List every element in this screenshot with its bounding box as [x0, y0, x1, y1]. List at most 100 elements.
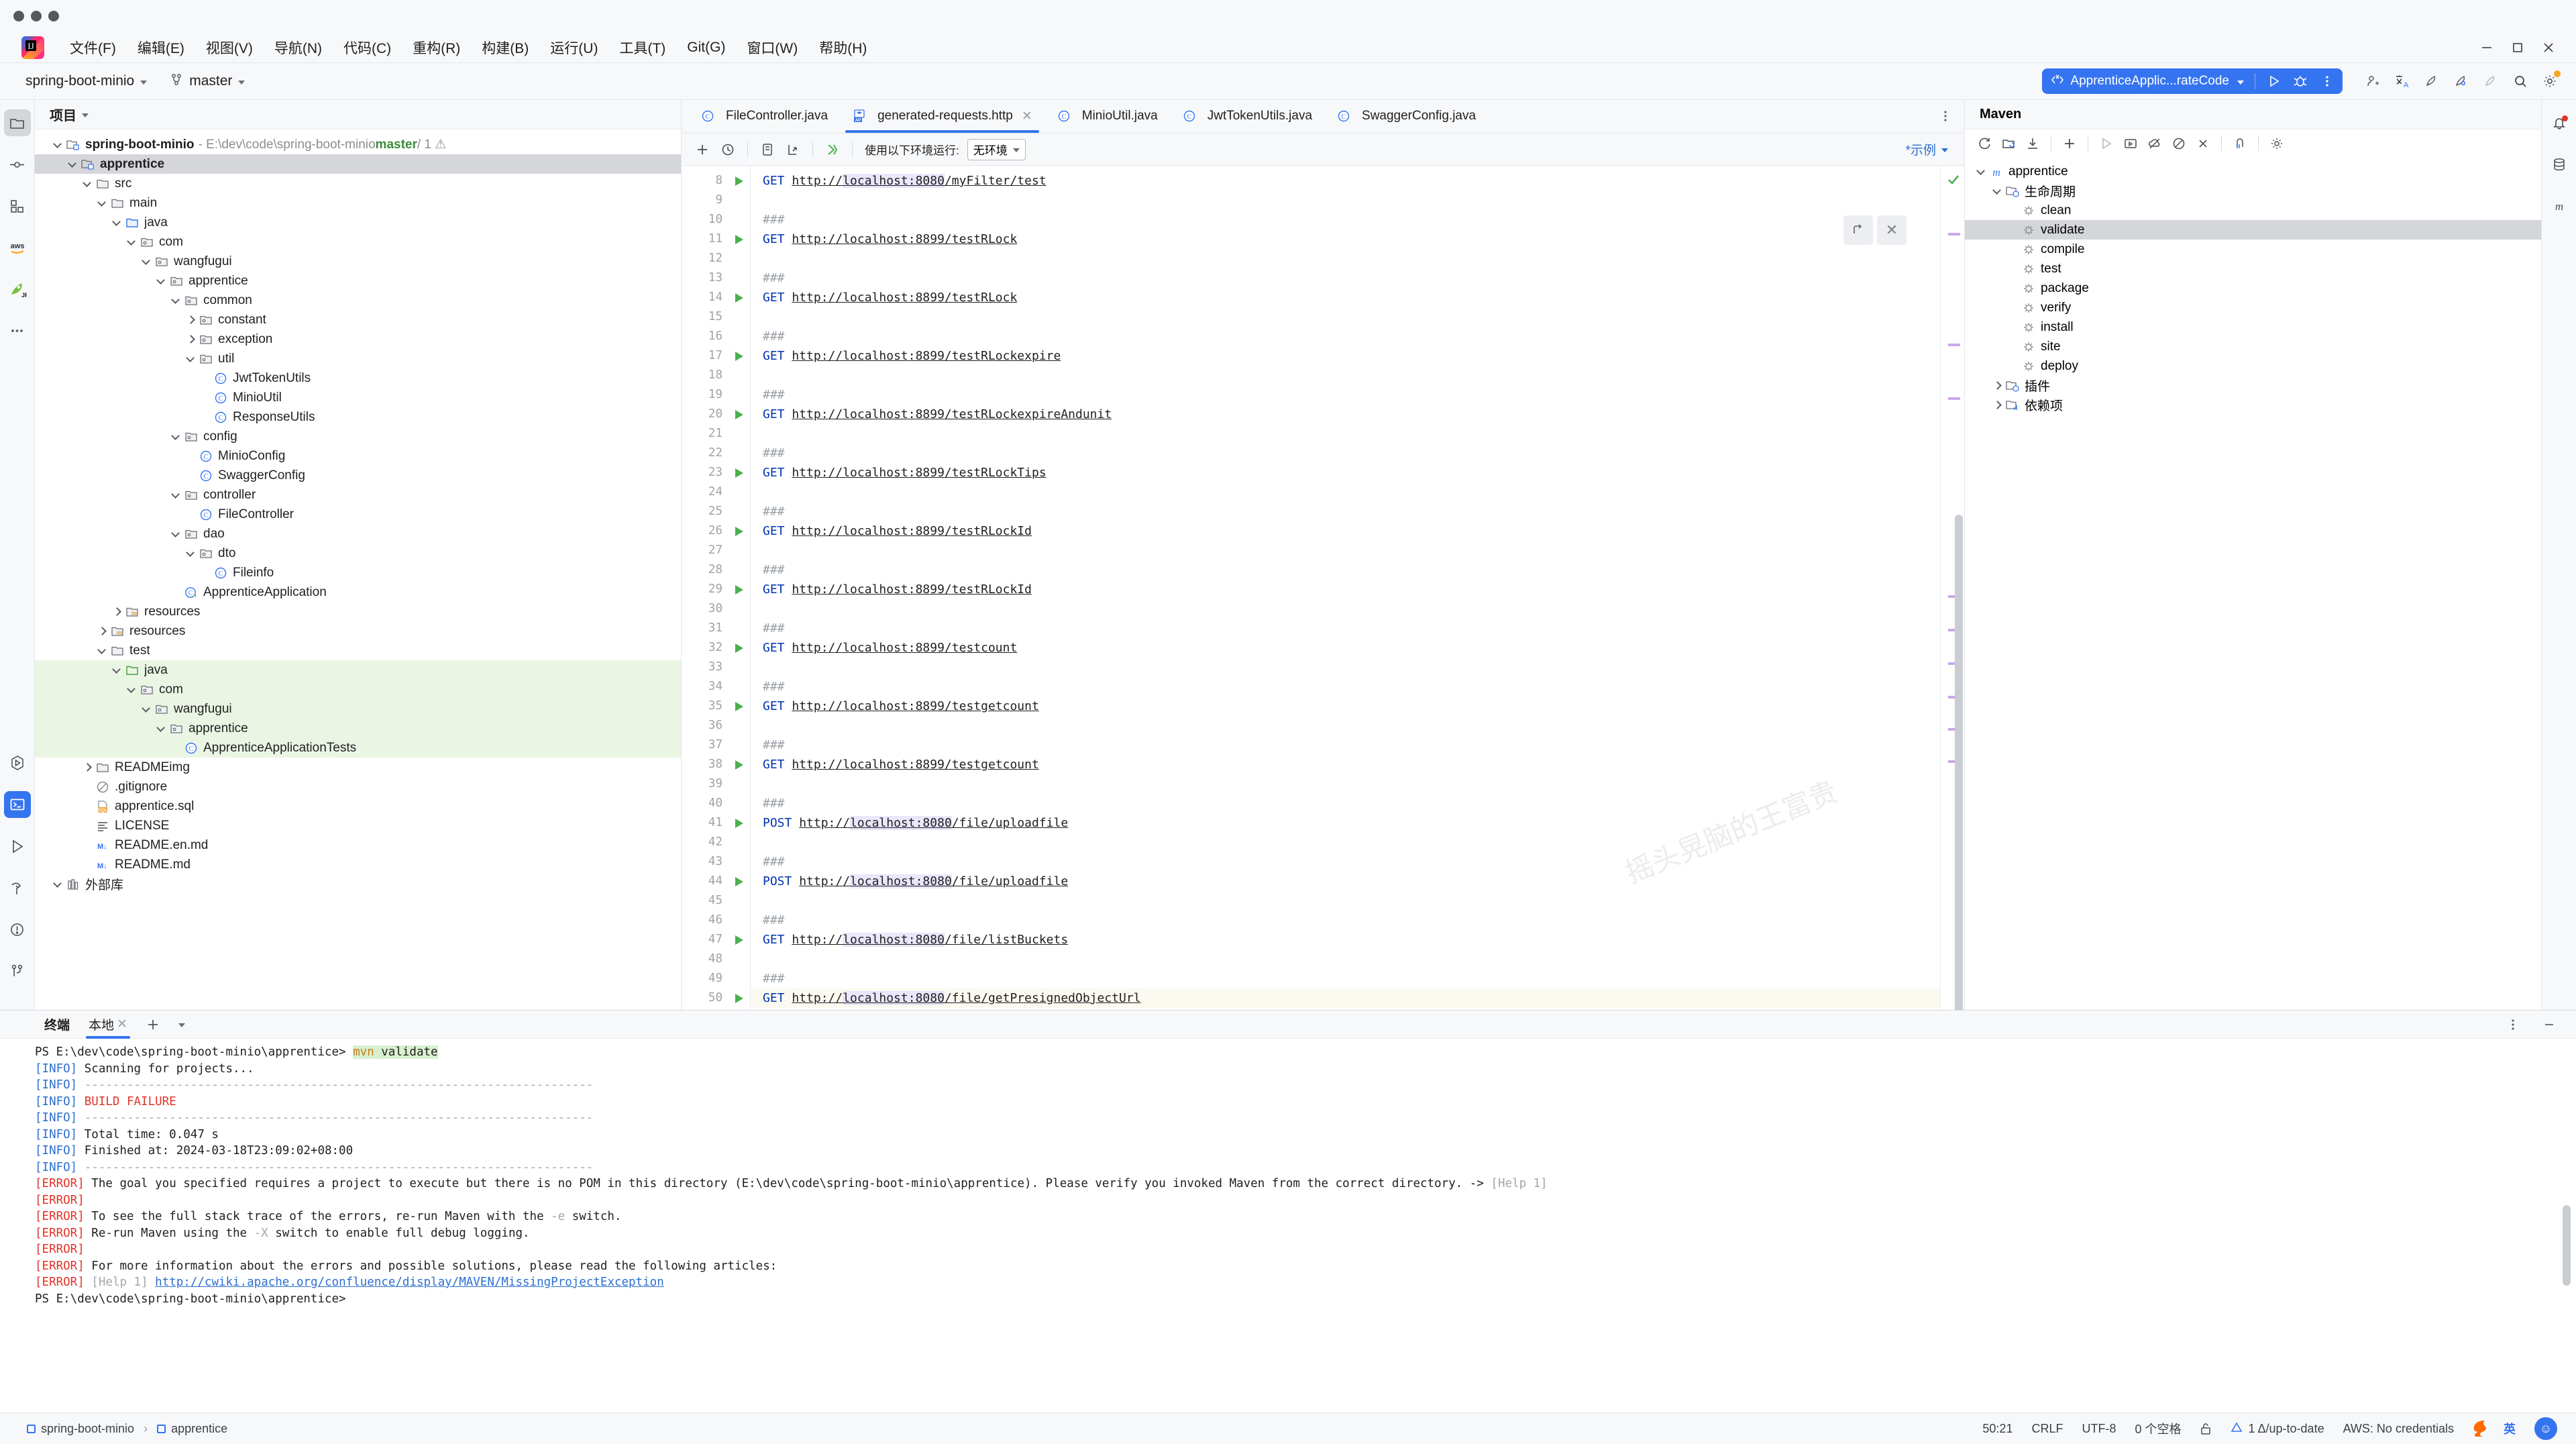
tree-node-controller[interactable]: controller: [35, 485, 681, 505]
chevron-down-icon[interactable]: [82, 178, 93, 189]
maximize-window-button[interactable]: [48, 11, 59, 21]
code-line[interactable]: [751, 891, 1940, 911]
search-icon[interactable]: [2508, 68, 2533, 94]
tree-node-apprentice[interactable]: apprentice: [35, 154, 681, 174]
code-line[interactable]: [751, 716, 1940, 735]
run-request-icon[interactable]: [729, 463, 750, 482]
code-line[interactable]: [751, 541, 1940, 560]
rail-notifications-icon[interactable]: [2546, 109, 2573, 136]
code-line[interactable]: ###: [751, 385, 1940, 405]
code-line[interactable]: GET http://localhost:8899/testRLockexpir…: [751, 346, 1940, 366]
close-icon[interactable]: [2536, 35, 2561, 60]
tree-node-filecontroller[interactable]: CFileController: [35, 505, 681, 524]
chevron-down-icon[interactable]: [185, 548, 197, 559]
chevron-down-icon[interactable]: [185, 353, 197, 364]
chevron-down-icon[interactable]: [82, 113, 89, 117]
tree-node-apprentice[interactable]: apprentice: [35, 719, 681, 738]
code-line[interactable]: [751, 249, 1940, 268]
code-editor[interactable]: 8910111213141516171819202122232425262728…: [682, 166, 1964, 1010]
examples-link[interactable]: *示例: [1906, 140, 1955, 158]
tree-node-resources[interactable]: resources: [35, 602, 681, 621]
editor-tab-filecontroller-java[interactable]: CFileController.java: [688, 99, 840, 133]
run-request-icon[interactable]: [729, 405, 750, 424]
maven-tree[interactable]: mapprentice生命周期cleanvalidatecompiletestp…: [1965, 158, 2541, 1010]
more-run-options-button[interactable]: [2314, 68, 2340, 94]
window-controls[interactable]: [0, 11, 59, 21]
tree-node-minioconfig[interactable]: CMinioConfig: [35, 446, 681, 466]
branch-selector[interactable]: master: [163, 69, 252, 93]
menu-file[interactable]: 文件(F): [59, 35, 127, 60]
menu-help[interactable]: 帮助(H): [808, 35, 877, 60]
terminal-hide-button[interactable]: [2533, 1011, 2565, 1039]
editor-tab-swaggerconfig-java[interactable]: CSwaggerConfig.java: [1324, 99, 1488, 133]
rail-junie-rocket-icon[interactable]: JR: [4, 276, 31, 303]
show-dependencies-icon[interactable]: [2229, 132, 2251, 155]
examples-icon[interactable]: [756, 138, 779, 161]
chevron-down-icon[interactable]: [1976, 166, 1987, 177]
chevron-right-icon[interactable]: [185, 333, 197, 345]
toggle-offline-icon[interactable]: [2143, 132, 2166, 155]
rocket-debug-icon[interactable]: [2449, 68, 2474, 94]
request-url[interactable]: http://localhost:8899/testRLock: [792, 232, 1017, 246]
settings-gear-icon[interactable]: [2537, 68, 2563, 94]
code-line[interactable]: GET http://localhost:8899/testRLockexpir…: [751, 405, 1940, 424]
terminal-output[interactable]: PS E:\dev\code\spring-boot-minio\apprent…: [0, 1039, 2576, 1412]
tree-node-test[interactable]: test: [35, 641, 681, 660]
minimize-window-button[interactable]: [31, 11, 42, 21]
tree-node-constant[interactable]: constant: [35, 310, 681, 329]
maven-node--[interactable]: 生命周期: [1965, 181, 2541, 201]
tree-node-license[interactable]: LICENSE: [35, 816, 681, 835]
rail-more-icon[interactable]: [4, 317, 31, 344]
translate-icon[interactable]: A: [2390, 68, 2415, 94]
chevron-down-icon[interactable]: [156, 723, 167, 734]
run-request-icon[interactable]: [729, 346, 750, 366]
project-tree[interactable]: spring-boot-minio - E:\dev\code\spring-b…: [35, 130, 681, 1010]
chevron-down-icon[interactable]: [97, 645, 108, 656]
close-icon[interactable]: ✕: [117, 1017, 127, 1032]
chevron-down-icon[interactable]: [170, 528, 182, 539]
terminal-session-tab[interactable]: 本地 ✕: [79, 1011, 137, 1039]
tree-node-common[interactable]: common: [35, 291, 681, 310]
chevron-right-icon[interactable]: [111, 606, 123, 617]
terminal-segment[interactable]: http://cwiki.apache.org/confluence/displ…: [155, 1276, 664, 1289]
code-line[interactable]: ###: [751, 852, 1940, 872]
breadcrumb-item-module[interactable]: apprentice: [148, 1422, 237, 1436]
code-line[interactable]: [751, 774, 1940, 794]
code-line[interactable]: ###: [751, 210, 1940, 229]
chevron-down-icon[interactable]: [170, 295, 182, 306]
sogou-ime-icon[interactable]: [2463, 1417, 2494, 1440]
chevron-down-icon[interactable]: [52, 878, 64, 890]
request-url[interactable]: http://localhost:8080/file/listBuckets: [792, 933, 1068, 947]
rail-database-icon[interactable]: [2546, 151, 2573, 178]
tree-node-com[interactable]: com: [35, 232, 681, 252]
history-icon[interactable]: [716, 138, 739, 161]
tree-node-responseutils[interactable]: CResponseUtils: [35, 407, 681, 427]
rocket-run-icon[interactable]: [2419, 68, 2445, 94]
chevron-down-icon[interactable]: [111, 217, 123, 228]
minimize-icon[interactable]: [2474, 35, 2500, 60]
run-request-icon[interactable]: [729, 288, 750, 307]
rail-structure-icon[interactable]: [4, 193, 31, 219]
request-url[interactable]: http://localhost:8899/testcount: [792, 641, 1017, 655]
menu-edit[interactable]: 编辑(E): [127, 35, 195, 60]
request-url[interactable]: http://localhost:8899/testgetcount: [792, 758, 1038, 772]
terminal-options-button[interactable]: [2497, 1011, 2529, 1039]
rail-maven-icon[interactable]: m: [2546, 193, 2573, 219]
chevron-right-icon[interactable]: [185, 314, 197, 325]
tree-node--gitignore[interactable]: .gitignore: [35, 777, 681, 796]
close-window-button[interactable]: [13, 11, 24, 21]
editor-tabs[interactable]: CFileController.javaAPgenerated-requests…: [682, 100, 1964, 134]
tree-node--[interactable]: 外部库: [35, 874, 681, 894]
rail-project-icon[interactable]: [4, 109, 31, 136]
close-inlay-button[interactable]: ✕: [1877, 215, 1907, 245]
request-url[interactable]: http://localhost:8080/file/uploadfile: [799, 816, 1068, 830]
terminal-dropdown-button[interactable]: [169, 1011, 195, 1039]
rail-run-icon[interactable]: [4, 833, 31, 860]
run-request-icon[interactable]: [729, 229, 750, 249]
request-url[interactable]: http://localhost:8899/testRLockexpireAnd…: [792, 407, 1112, 421]
ime-emoji-icon[interactable]: ☺: [2525, 1417, 2567, 1440]
maven-node-clean[interactable]: clean: [1965, 201, 2541, 220]
run-request-icon[interactable]: [729, 697, 750, 716]
run-button[interactable]: [2261, 68, 2286, 94]
code-line[interactable]: [751, 482, 1940, 502]
